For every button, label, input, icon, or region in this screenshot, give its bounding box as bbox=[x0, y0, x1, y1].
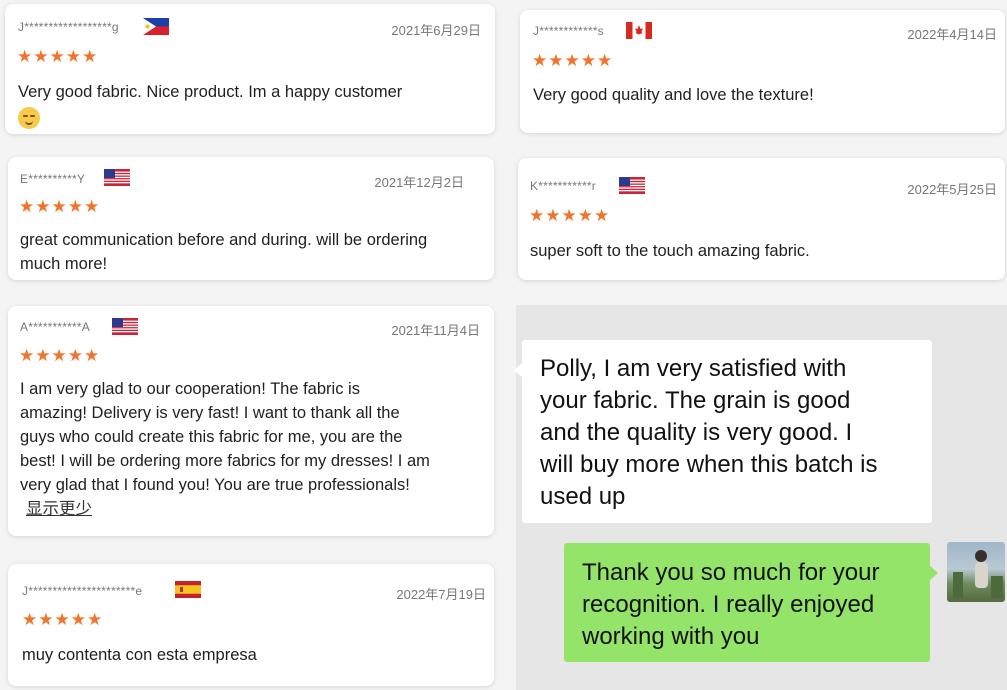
review-card: A***********A 2021年11月4日 ★★★★★ I am very… bbox=[8, 306, 494, 536]
review-date: 2021年11月4日 bbox=[391, 323, 480, 338]
flag-philippines-icon bbox=[143, 18, 169, 35]
review-text: great communication before and during. w… bbox=[20, 231, 428, 273]
avatar-photo-icon bbox=[953, 550, 1003, 598]
reviewer-name: K***********r bbox=[530, 179, 596, 193]
review-date: 2021年6月29日 bbox=[391, 23, 481, 38]
review-date: 2022年7月19日 bbox=[396, 587, 486, 602]
review-card: J**********************e 2022年7月19日 ★★★★… bbox=[8, 564, 494, 686]
review-card: E**********Y 2021年12月2日 ★★★★★ great comm… bbox=[8, 157, 494, 280]
smile-emoji-icon bbox=[18, 106, 40, 129]
star-rating: ★★★★★ bbox=[19, 346, 101, 365]
outgoing-message-bubble: Thank you so much for your recognition. … bbox=[564, 543, 938, 662]
review-date: 2022年5月25日 bbox=[907, 182, 997, 197]
star-rating: ★★★★★ bbox=[17, 47, 99, 66]
outgoing-message-text: Thank you so much for your recognition. … bbox=[582, 559, 880, 650]
reviewer-name: J******************g bbox=[18, 20, 119, 34]
review-card: K***********r 2022年5月25日 ★★★★★ super sof… bbox=[518, 158, 1005, 280]
review-text: I am very glad to our cooperation! The f… bbox=[20, 380, 430, 494]
review-text: super soft to the touch amazing fabric. bbox=[530, 242, 810, 260]
incoming-message-text: Polly, I am very satisfied with your fab… bbox=[540, 355, 878, 510]
reviewer-name: J************s bbox=[533, 24, 604, 38]
flag-spain-icon bbox=[175, 581, 201, 598]
flag-usa-icon bbox=[619, 177, 645, 194]
star-rating: ★★★★★ bbox=[532, 51, 614, 70]
review-text: Very good quality and love the texture! bbox=[533, 86, 814, 104]
review-text: muy contenta con esta empresa bbox=[22, 646, 257, 664]
show-less-link[interactable]: 显示更少 bbox=[26, 497, 92, 521]
review-card: J******************g 2021年6月29日 ★★★★★ Ve… bbox=[5, 4, 495, 134]
star-rating: ★★★★★ bbox=[529, 206, 611, 225]
incoming-message-bubble: Polly, I am very satisfied with your fab… bbox=[514, 340, 932, 523]
reviewer-name: E**********Y bbox=[20, 172, 86, 186]
flag-canada-icon bbox=[626, 22, 652, 39]
avatar[interactable] bbox=[947, 542, 1005, 602]
review-card: J************s 2022年4月14日 ★★★★★ Very goo… bbox=[520, 10, 1005, 133]
review-date: 2022年4月14日 bbox=[907, 27, 997, 42]
flag-usa-icon bbox=[104, 169, 130, 186]
flag-usa-icon bbox=[112, 318, 138, 335]
star-rating: ★★★★★ bbox=[19, 197, 101, 216]
review-text: Very good fabric. Nice product. Im a hap… bbox=[18, 80, 478, 129]
review-date: 2021年12月2日 bbox=[374, 175, 464, 190]
reviewer-name: J**********************e bbox=[22, 584, 143, 598]
star-rating: ★★★★★ bbox=[22, 610, 104, 629]
reviewer-name: A***********A bbox=[20, 320, 90, 334]
